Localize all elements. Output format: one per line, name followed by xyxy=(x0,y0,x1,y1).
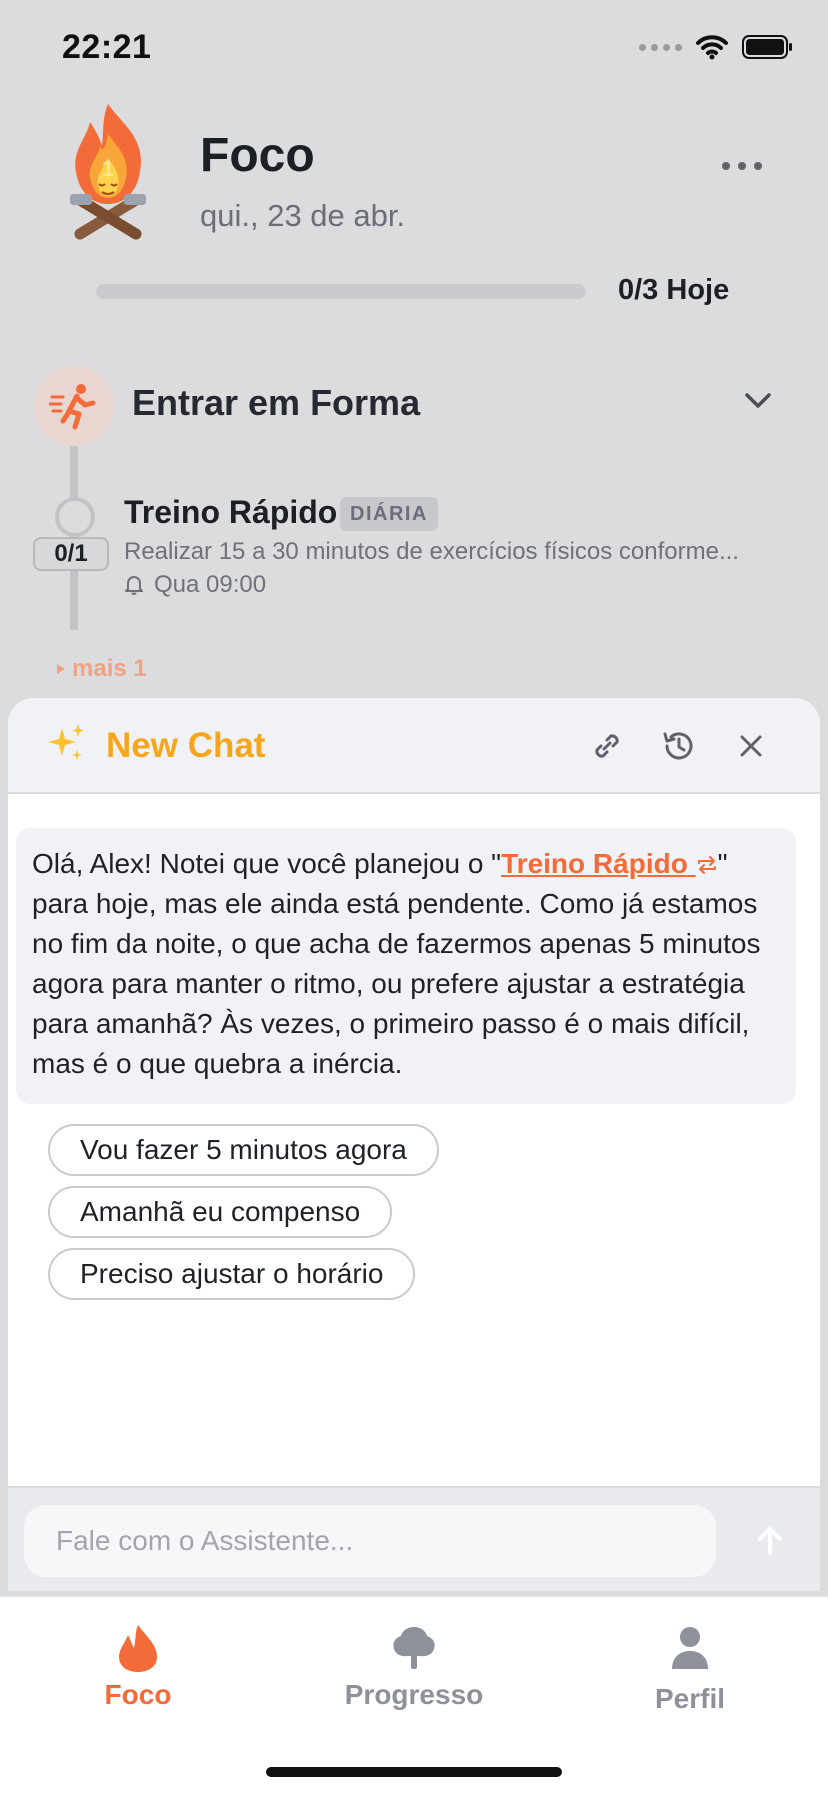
tab-foco[interactable]: Foco xyxy=(0,1597,276,1747)
task-title[interactable]: Treino Rápido xyxy=(124,494,337,531)
task-link[interactable]: Treino Rápido xyxy=(501,848,717,879)
battery-icon xyxy=(742,35,792,59)
triangle-right-icon xyxy=(57,664,65,674)
sparkle-icon xyxy=(44,722,88,773)
tab-bar: Foco Progresso Perfil xyxy=(0,1596,828,1793)
daily-progress-text: 0/3 Hoje xyxy=(618,274,730,306)
svg-text:1: 1 xyxy=(102,156,114,181)
task-frequency-badge: DIÁRIA xyxy=(340,497,438,531)
close-icon[interactable] xyxy=(730,725,772,767)
history-icon[interactable] xyxy=(658,725,700,767)
chat-input-bar xyxy=(8,1486,820,1591)
suggestion-button[interactable]: Vou fazer 5 minutos agora xyxy=(48,1124,439,1176)
assistant-message-text: Olá, Alex! Notei que você planejou o "Tr… xyxy=(32,844,780,1084)
more-options-button[interactable] xyxy=(722,162,762,170)
assistant-message: Olá, Alex! Notei que você planejou o "Tr… xyxy=(16,828,796,1104)
flame-icon xyxy=(119,1625,157,1672)
send-button[interactable] xyxy=(744,1515,796,1567)
status-icons xyxy=(639,34,794,60)
chat-sheet: New Chat Olá, Alex! Notei que você plane… xyxy=(8,698,820,1591)
task-reminder: Qua 09:00 xyxy=(124,571,266,599)
task-counter: 0/1 xyxy=(33,537,109,571)
chevron-down-icon[interactable] xyxy=(744,392,772,415)
tree-icon xyxy=(393,1627,435,1669)
tab-label: Progresso xyxy=(344,1679,484,1710)
bell-icon xyxy=(125,576,143,595)
show-more-link[interactable]: mais 1 xyxy=(56,655,147,683)
message-text-end: " para hoje, mas ele ainda está pendente… xyxy=(32,848,761,1079)
task-checkbox[interactable] xyxy=(55,497,95,537)
task-link-label: Treino Rápido xyxy=(501,848,688,879)
home-indicator xyxy=(266,1767,562,1777)
signal-icon xyxy=(639,43,682,51)
tab-label: Perfil xyxy=(654,1683,726,1714)
streak-campfire-icon: 1 xyxy=(58,100,158,240)
page-title: Foco xyxy=(200,129,315,182)
tab-progresso[interactable]: Progresso xyxy=(276,1597,552,1747)
task-reminder-time: Qua 09:00 xyxy=(154,571,267,598)
tab-label: Foco xyxy=(104,1679,172,1710)
status-time: 22:21 xyxy=(62,28,152,66)
goal-title[interactable]: Entrar em Forma xyxy=(132,382,420,424)
link-icon[interactable] xyxy=(586,725,628,767)
suggestion-button[interactable]: Preciso ajustar o horário xyxy=(48,1248,416,1300)
chat-input[interactable] xyxy=(24,1505,716,1577)
daily-progress-bar xyxy=(96,284,586,299)
page-date: qui., 23 de abr. xyxy=(200,198,406,233)
chat-title: New Chat xyxy=(106,726,266,765)
show-more-label: mais 1 xyxy=(72,655,147,682)
person-icon xyxy=(672,1627,708,1669)
suggestion-button[interactable]: Amanhã eu compenso xyxy=(48,1186,393,1238)
goal-icon xyxy=(34,366,114,446)
repeat-icon xyxy=(697,856,716,874)
chat-header: New Chat xyxy=(8,698,820,794)
tab-perfil[interactable]: Perfil xyxy=(552,1597,828,1747)
running-person-icon xyxy=(49,384,96,430)
task-description: Realizar 15 a 30 minutos de exercícios f… xyxy=(124,538,739,565)
arrow-up-icon xyxy=(758,1527,782,1555)
message-text-start: Olá, Alex! Notei que você planejou o " xyxy=(32,848,502,879)
wifi-icon xyxy=(696,35,728,60)
